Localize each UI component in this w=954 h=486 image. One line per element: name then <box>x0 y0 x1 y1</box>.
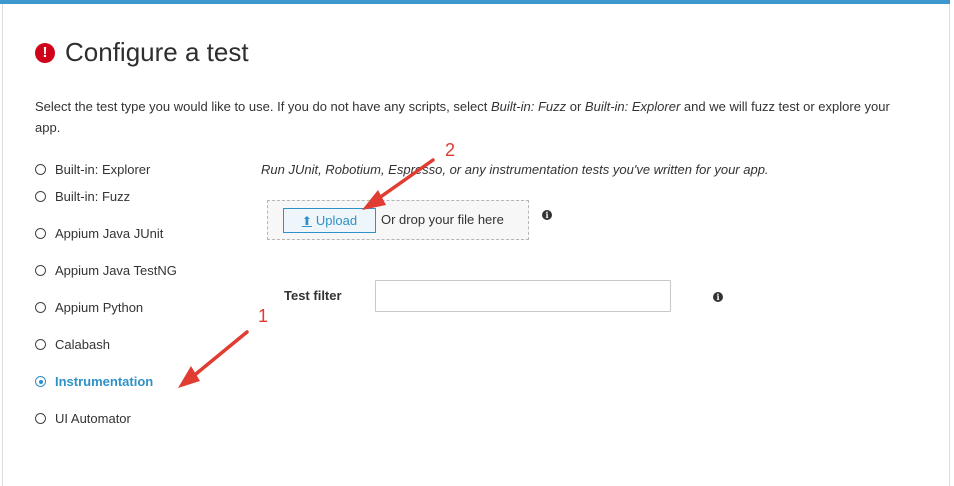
radio-circle-icon[interactable] <box>35 339 46 350</box>
radio-label: Appium Java TestNG <box>55 263 177 278</box>
upload-icon: ⬆ <box>301 213 312 228</box>
panel-left-border <box>2 4 3 486</box>
radio-circle-icon[interactable] <box>35 191 46 202</box>
description-builtin-explorer: Built-in: Explorer <box>584 99 681 114</box>
description-middle: or <box>566 99 585 114</box>
description-builtin-fuzz: Built-in: Fuzz <box>490 99 567 114</box>
alert-icon: ! <box>35 42 55 63</box>
test-filter-label: Test filter <box>284 288 342 303</box>
annotation-number-2: 2 <box>445 140 456 160</box>
upload-button[interactable]: ⬆ Upload <box>283 208 376 233</box>
radio-selected-icon[interactable] <box>35 376 46 387</box>
page-header: ! Configure a test <box>35 37 249 68</box>
radio-calabash[interactable]: Calabash <box>35 326 177 363</box>
radio-label: Instrumentation <box>55 374 154 389</box>
radio-label: Calabash <box>55 337 110 352</box>
annotation-arrow-1 <box>178 330 249 388</box>
radio-label: Appium Java JUnit <box>55 226 164 241</box>
radio-circle-icon[interactable] <box>35 228 46 239</box>
radio-instrumentation[interactable]: Instrumentation <box>35 363 177 400</box>
annotation-number-1: 1 <box>258 306 269 326</box>
radio-builtin-fuzz[interactable]: Built-in: Fuzz <box>35 178 177 215</box>
page-description: Select the test type you would like to u… <box>35 96 915 138</box>
radio-appium-python[interactable]: Appium Python <box>35 289 177 326</box>
radio-circle-icon[interactable] <box>35 302 46 313</box>
radio-ui-automator[interactable]: UI Automator <box>35 400 177 437</box>
radio-appium-java-junit[interactable]: Appium Java JUnit <box>35 215 177 252</box>
radio-builtin-explorer[interactable]: Built-in: Explorer <box>35 160 177 178</box>
radio-appium-java-testng[interactable]: Appium Java TestNG <box>35 252 177 289</box>
test-filter-input[interactable] <box>375 280 671 312</box>
test-filter-info-icon[interactable]: i <box>713 292 723 302</box>
test-type-radio-list: Built-in: Explorer Built-in: Fuzz Appium… <box>35 160 177 437</box>
description-prefix: Select the test type you would like to u… <box>35 99 491 114</box>
upload-button-label: Upload <box>315 213 358 228</box>
drop-file-text: Or drop your file here <box>381 212 504 227</box>
radio-label: Appium Python <box>55 300 144 315</box>
upload-info-icon[interactable]: i <box>542 210 552 220</box>
test-type-description: Run JUnit, Robotium, Espresso, or any in… <box>261 162 769 177</box>
radio-label: Built-in: Fuzz <box>55 189 131 204</box>
page-title: Configure a test <box>65 37 249 67</box>
radio-label: UI Automator <box>55 411 131 426</box>
radio-circle-icon[interactable] <box>35 163 46 175</box>
radio-label: Built-in: Explorer <box>55 161 151 177</box>
top-accent-bar <box>0 0 950 4</box>
radio-circle-icon[interactable] <box>35 413 46 424</box>
panel-right-border <box>949 4 950 486</box>
radio-circle-icon[interactable] <box>35 265 46 276</box>
